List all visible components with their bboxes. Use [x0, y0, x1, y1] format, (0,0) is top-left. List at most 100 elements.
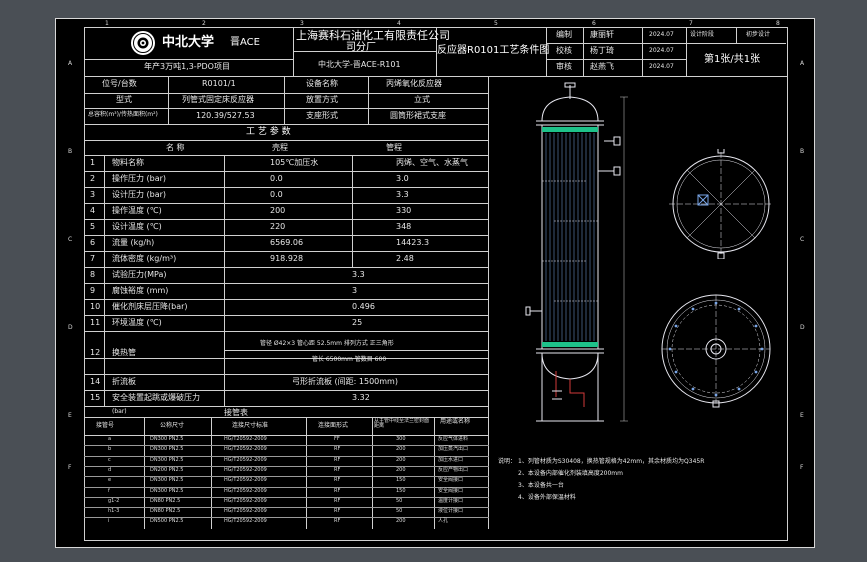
nozzle-size: DN200 PN2.5	[150, 466, 184, 473]
nozzle-purpose: 安全阀接口	[438, 477, 464, 484]
param-tube-value: 348	[396, 222, 412, 231]
nozzle-size: DN300 PN2.5	[150, 446, 184, 453]
param-row-divider	[84, 299, 489, 300]
nozzle-standard: HG/T20592-2009	[224, 477, 267, 484]
param-tube-value: 丙烯、空气、水蒸气	[396, 158, 468, 167]
note-3: 3、本设备共一台	[518, 482, 564, 489]
param-number: 8	[90, 270, 96, 279]
nozzle-standard: HG/T20592-2009	[224, 466, 267, 473]
param-row-divider	[84, 219, 489, 220]
param-row-divider	[84, 171, 489, 172]
university-name: 中北大学	[162, 35, 215, 50]
nozzle-face: RF	[334, 446, 341, 453]
row14-number: 14	[90, 377, 101, 386]
param-number: 1	[90, 158, 96, 167]
param-tube-value: 2.48	[396, 254, 414, 263]
nozzle-col-dist: 从主管中线至法兰密封面距离	[374, 418, 430, 429]
tube-row-line1: 管径 Ø42×3 管心距 52.5mm 排列方式 正三角形	[260, 340, 394, 347]
zone-letter-b-right: B	[800, 148, 805, 155]
nozzle-size: DN500 PN2.5	[150, 518, 184, 525]
name-prepared: 康丽轩	[590, 30, 614, 39]
nozzle-id: f	[108, 487, 110, 494]
param-number: 11	[90, 318, 101, 327]
spec-label-volume: 总容积(m³)/传热面积(m²)	[88, 111, 158, 118]
zone-letter-b: B	[68, 148, 73, 155]
nozzle-face: RF	[334, 456, 341, 463]
nozzle-size: DN300 PN2.5	[150, 436, 184, 442]
zone-letter-a: A	[68, 60, 73, 67]
nozzle-col-std: 连接尺寸标准	[232, 422, 269, 429]
param-number: 6	[90, 238, 96, 247]
nozzle-standard: HG/T20592-2009	[224, 518, 267, 525]
nozzle-purpose: 液位计接口	[438, 508, 464, 515]
row15-value: 3.32	[352, 393, 370, 402]
param-name: 设计压力 (bar)	[112, 190, 167, 199]
nozzle-standard: HG/T20592-2009	[224, 456, 267, 463]
zone-letter-f-right: F	[800, 464, 804, 471]
param-shell-value: 220	[270, 222, 286, 231]
param-shell-value: 105℃加压水	[270, 158, 319, 167]
param-row-divider	[84, 187, 489, 188]
param-name: 催化剂床层压降(bar)	[112, 302, 188, 311]
tube-row-number: 12	[90, 348, 101, 357]
param-shell-value: 0.0	[270, 174, 283, 183]
nozzle-col-face: 连接面形式	[318, 422, 349, 429]
spec-label-support: 支座形式	[306, 111, 338, 120]
nozzle-col-dn: 公称尺寸	[160, 422, 185, 429]
nozzle-id: i	[108, 518, 110, 525]
param-shell-value: 6569.06	[270, 238, 304, 247]
note-1: 1、列管材质为S30408，换热管规格为42mm，其余材质均为Q345R	[518, 458, 705, 465]
zone-letter-e: E	[68, 412, 72, 419]
zone-letter-c-right: C	[800, 236, 805, 243]
nozzle-table-title: 接管表	[224, 408, 248, 417]
drawing-frame: 1 2 3 4 5 6 7 8 A B C D E F A B C D E F	[55, 18, 815, 548]
nozzle-row-divider	[84, 517, 489, 519]
nozzle-distance: 50	[396, 508, 403, 515]
spec-label-type: 型式	[116, 95, 132, 104]
param-number: 10	[90, 302, 101, 311]
param-name: 腐蚀裕度 (mm)	[112, 286, 169, 295]
param-number: 9	[90, 286, 96, 295]
nozzle-row-divider	[84, 445, 489, 447]
name-checked: 杨丁琦	[590, 46, 614, 55]
drawing-code: 中北大学-晋ACE-R101	[318, 60, 401, 69]
param-tube-value: 3.0	[396, 174, 409, 183]
nozzle-standard: HG/T20592-2009	[224, 446, 267, 453]
row14-value: 弓形折流板 (间距: 1500mm)	[292, 377, 398, 386]
col-shell: 壳程	[272, 143, 288, 152]
param-tube-value: 14423.3	[396, 238, 430, 247]
param-name: 环境温度 (℃)	[112, 318, 162, 327]
param-shell-value: 200	[270, 206, 286, 215]
param-number: 2	[90, 174, 96, 183]
zone-letter-d: D	[68, 324, 73, 331]
nozzle-distance: 150	[396, 477, 406, 484]
col-tube: 管程	[386, 143, 402, 152]
param-row-divider	[84, 203, 489, 204]
param-number: 5	[90, 222, 96, 231]
nozzle-size: DN300 PN2.5	[150, 487, 184, 494]
nozzle-standard: HG/T20592-2009	[224, 508, 267, 515]
param-name: 操作温度 (℃)	[112, 206, 162, 215]
tube-bundle	[545, 133, 595, 341]
param-name: 操作压力 (bar)	[112, 174, 167, 183]
tube-row-line2: 管长 6500mm 管数目 600	[312, 356, 387, 363]
top-view	[669, 149, 773, 259]
param-row-divider	[84, 315, 489, 316]
nozzle-row-divider	[84, 465, 489, 467]
nozzle-distance: 50	[396, 497, 403, 504]
nozzle-size: DN300 PN2.5	[150, 456, 184, 463]
nozzle-distance: 200	[396, 456, 406, 463]
nozzle-size: DN80 PN2.5	[150, 508, 181, 515]
param-number: 4	[90, 206, 96, 215]
param-name: 流量 (kg/h)	[112, 238, 155, 247]
param-name: 设计温度 (℃)	[112, 222, 162, 231]
nozzle-purpose: 加压蒸汽出口	[438, 446, 469, 453]
process-params-header: 工 艺 参 数	[246, 127, 291, 137]
nozzle-purpose: 反应气体进料	[438, 436, 469, 442]
param-row-divider	[84, 251, 489, 252]
spec-value-support: 圆筒形裙式支座	[390, 111, 446, 120]
spec-label-tag: 位号/台数	[102, 79, 137, 88]
param-row-divider	[84, 283, 489, 284]
zone-letter-a-right: A	[800, 60, 805, 67]
nozzle-id: b	[108, 446, 112, 453]
